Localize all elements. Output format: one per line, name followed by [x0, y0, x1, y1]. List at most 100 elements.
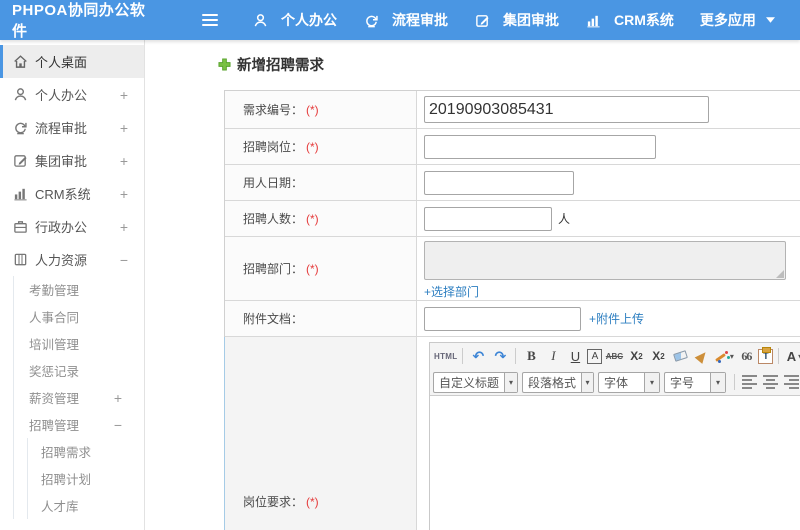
- main-content: 新增招聘需求 需求编号： (*) 招聘岗位： (*): [146, 40, 800, 530]
- bar-chart-icon: [12, 186, 28, 202]
- sidebar-item-hr[interactable]: 人力资源 −: [0, 243, 144, 276]
- underline-button[interactable]: U: [565, 346, 585, 366]
- flow-approval-icon: [12, 120, 28, 136]
- font-color-button[interactable]: A▾: [784, 346, 800, 366]
- bar-chart-icon: [585, 12, 601, 28]
- attachment-upload-link[interactable]: +附件上传: [589, 310, 644, 327]
- nav-flow-approval[interactable]: 流程审批: [363, 10, 448, 30]
- sidebar: 个人桌面 个人办公 + 流程审批 + 集团审批 + CRM系统 + 行政办公 +…: [0, 40, 145, 530]
- nav-label: 个人办公: [281, 12, 337, 28]
- format-paint-button[interactable]: ▾: [714, 346, 734, 366]
- sidebar-item-crm[interactable]: CRM系统 +: [0, 177, 144, 210]
- align-left-icon[interactable]: [742, 375, 757, 389]
- sidebar-item-label: 行政办公: [35, 220, 88, 235]
- align-center-icon[interactable]: [763, 375, 778, 389]
- font-style-button[interactable]: A: [587, 348, 603, 364]
- nav-group-approval[interactable]: 集团审批: [474, 10, 559, 30]
- expand-toggle[interactable]: +: [114, 390, 122, 406]
- paragraph-format-select[interactable]: 段落格式 ▾: [522, 371, 594, 393]
- select-department-link[interactable]: +选择部门: [424, 283, 479, 300]
- sidebar-item-salary[interactable]: 薪资管理 +: [14, 384, 144, 411]
- nav-crm-system[interactable]: CRM系统: [585, 10, 674, 30]
- align-right-icon[interactable]: [784, 375, 799, 389]
- broom-icon: [695, 348, 710, 364]
- top-header: PHPOA协同办公软件 个人办公 流程审批 集团审批 CRM系统 更多应用: [0, 0, 800, 40]
- superscript-button[interactable]: X2: [626, 346, 646, 366]
- sidebar-item-desktop[interactable]: 个人桌面: [0, 45, 144, 78]
- edit-square-icon: [474, 12, 490, 28]
- home-icon: [12, 54, 28, 70]
- field-label: 招聘部门：: [243, 262, 304, 276]
- remove-format-button[interactable]: [670, 346, 690, 366]
- app-logo[interactable]: PHPOA协同办公软件: [0, 0, 150, 41]
- font-size-select[interactable]: 字号 ▾: [664, 371, 726, 393]
- sidebar-item-training[interactable]: 培训管理: [14, 330, 144, 357]
- quick-format-button[interactable]: [692, 346, 712, 366]
- sidebar-item-talent-pool[interactable]: 人才库: [28, 492, 144, 519]
- nav-personal-office[interactable]: 个人办公: [252, 10, 337, 30]
- sidebar-item-label: 人事合同: [29, 311, 80, 325]
- sidebar-item-label: 个人桌面: [35, 55, 88, 70]
- heading-style-select[interactable]: 自定义标题 ▾: [433, 371, 518, 393]
- briefcase-icon: [12, 219, 28, 235]
- expand-toggle[interactable]: +: [120, 87, 128, 103]
- toolbar-separator: [515, 348, 517, 364]
- sidebar-item-recruit-plan[interactable]: 招聘计划: [28, 465, 144, 492]
- sidebar-item-admin-office[interactable]: 行政办公 +: [0, 210, 144, 243]
- field-label: 用人日期：: [243, 176, 304, 190]
- strikethrough-button[interactable]: ABC: [604, 346, 624, 366]
- toolbar-separator: [462, 348, 464, 364]
- sidebar-item-personal-office[interactable]: 个人办公 +: [0, 78, 144, 111]
- sidebar-item-recruit-demand[interactable]: 招聘需求: [28, 438, 144, 465]
- blockquote-button[interactable]: 66: [736, 346, 756, 366]
- field-input-cell: +选择部门: [417, 237, 800, 300]
- editor-content-area[interactable]: [430, 395, 800, 530]
- expand-toggle[interactable]: +: [120, 153, 128, 169]
- undo-icon[interactable]: ↶: [468, 346, 488, 366]
- nav-more-apps[interactable]: 更多应用: [700, 10, 775, 30]
- field-label-cell: 需求编号： (*): [225, 91, 417, 128]
- editor-toolbar-row-1: HTML ↶ ↷ B I U A ABC X2 X2 ▾ 66 T A: [430, 343, 800, 369]
- caret-down-icon: ▾: [581, 372, 593, 392]
- eraser-icon: [673, 350, 688, 362]
- recruit-post-input[interactable]: [424, 134, 656, 159]
- editor-toolbar-row-2: 自定义标题 ▾ 段落格式 ▾ 字体 ▾ 字号 ▾: [430, 369, 800, 395]
- html-source-button[interactable]: HTML: [434, 346, 457, 366]
- department-textarea[interactable]: [424, 241, 786, 280]
- sidebar-item-attendance[interactable]: 考勤管理: [14, 276, 144, 303]
- collapse-toggle[interactable]: −: [120, 252, 128, 268]
- required-mark: (*): [306, 139, 319, 154]
- nav-label: 流程审批: [392, 12, 448, 28]
- field-label: 招聘人数：: [243, 212, 304, 226]
- sidebar-item-label: 招聘需求: [41, 446, 92, 460]
- field-input-cell: 人: [417, 201, 800, 236]
- hire-date-input[interactable]: [424, 170, 574, 195]
- bold-button[interactable]: B: [521, 346, 541, 366]
- sidebar-item-group-approval[interactable]: 集团审批 +: [0, 144, 144, 177]
- field-label-cell: 岗位要求： (*): [225, 337, 417, 530]
- demand-no-input[interactable]: [424, 96, 709, 123]
- edit-square-icon: [12, 153, 28, 169]
- menu-toggle-icon[interactable]: [202, 14, 218, 26]
- italic-button[interactable]: I: [543, 346, 563, 366]
- font-family-select[interactable]: 字体 ▾: [598, 371, 660, 393]
- flow-approval-icon: [363, 12, 379, 28]
- headcount-input[interactable]: [424, 206, 552, 231]
- subscript-button[interactable]: X2: [648, 346, 668, 366]
- paste-button[interactable]: T: [758, 346, 774, 364]
- sidebar-item-label: 个人办公: [35, 88, 88, 103]
- redo-icon[interactable]: ↷: [490, 346, 510, 366]
- add-plus-icon: [218, 58, 231, 71]
- sidebar-item-hr-contract[interactable]: 人事合同: [14, 303, 144, 330]
- expand-toggle[interactable]: +: [120, 120, 128, 136]
- required-mark: (*): [306, 211, 319, 226]
- collapse-toggle[interactable]: −: [114, 417, 122, 433]
- rich-text-editor: HTML ↶ ↷ B I U A ABC X2 X2 ▾ 66 T A 自定义标…: [429, 342, 800, 530]
- attachment-input[interactable]: [424, 306, 581, 331]
- sidebar-item-recruit-mgmt[interactable]: 招聘管理 −: [14, 411, 144, 438]
- person-icon: [12, 87, 28, 103]
- sidebar-item-flow-approval[interactable]: 流程审批 +: [0, 111, 144, 144]
- sidebar-item-rewards[interactable]: 奖惩记录: [14, 357, 144, 384]
- expand-toggle[interactable]: +: [120, 186, 128, 202]
- expand-toggle[interactable]: +: [120, 219, 128, 235]
